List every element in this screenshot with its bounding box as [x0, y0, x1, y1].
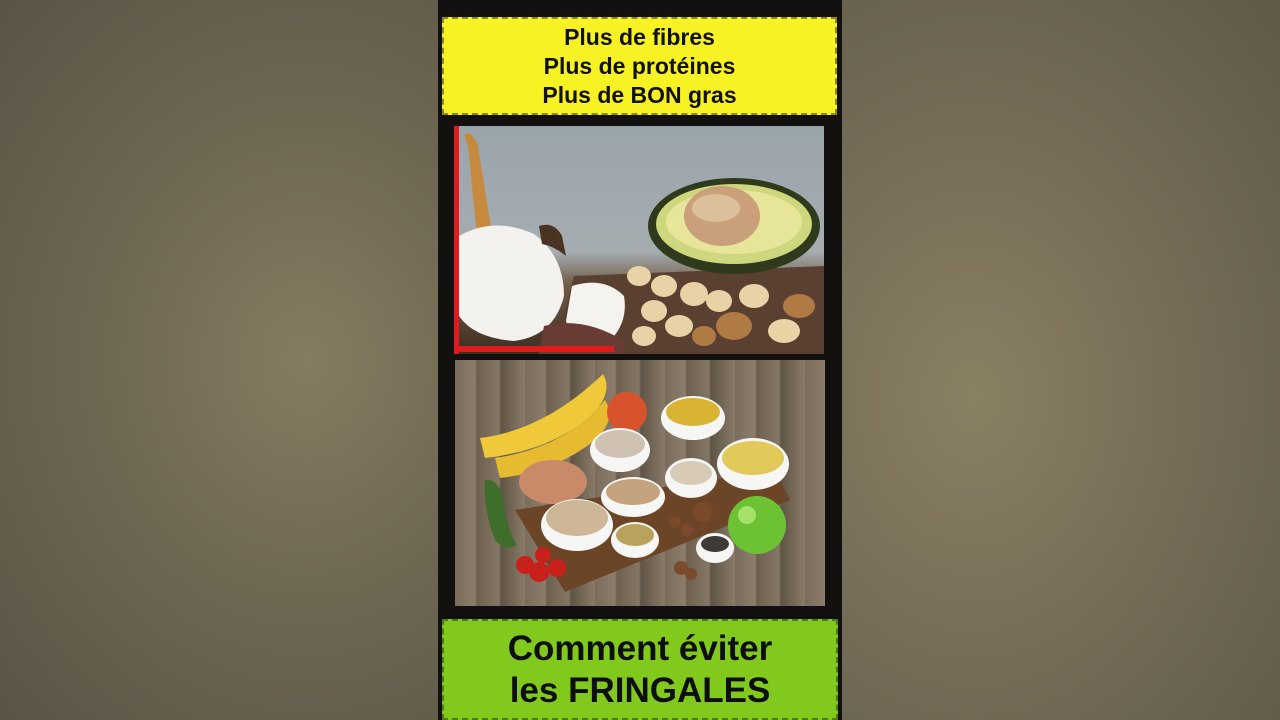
bottom-banner-line-2: les FRINGALES [509, 670, 771, 710]
bananas-bowls-grains-vegetables-photo [455, 360, 825, 606]
blurred-background-left [0, 0, 438, 720]
top-banner-line-1: Plus de fibres [564, 23, 715, 50]
top-banner-line-3: Plus de BON gras [542, 81, 737, 108]
coconut-avocado-nuts-photo [454, 126, 824, 354]
bottom-banner: Comment éviter les FRINGALES [442, 619, 838, 720]
bottom-banner-line-1: Comment éviter [507, 628, 773, 668]
top-banner: Plus de fibres Plus de protéines Plus de… [442, 17, 837, 115]
top-banner-line-2: Plus de protéines [543, 52, 736, 79]
blurred-background-right [842, 0, 1280, 720]
